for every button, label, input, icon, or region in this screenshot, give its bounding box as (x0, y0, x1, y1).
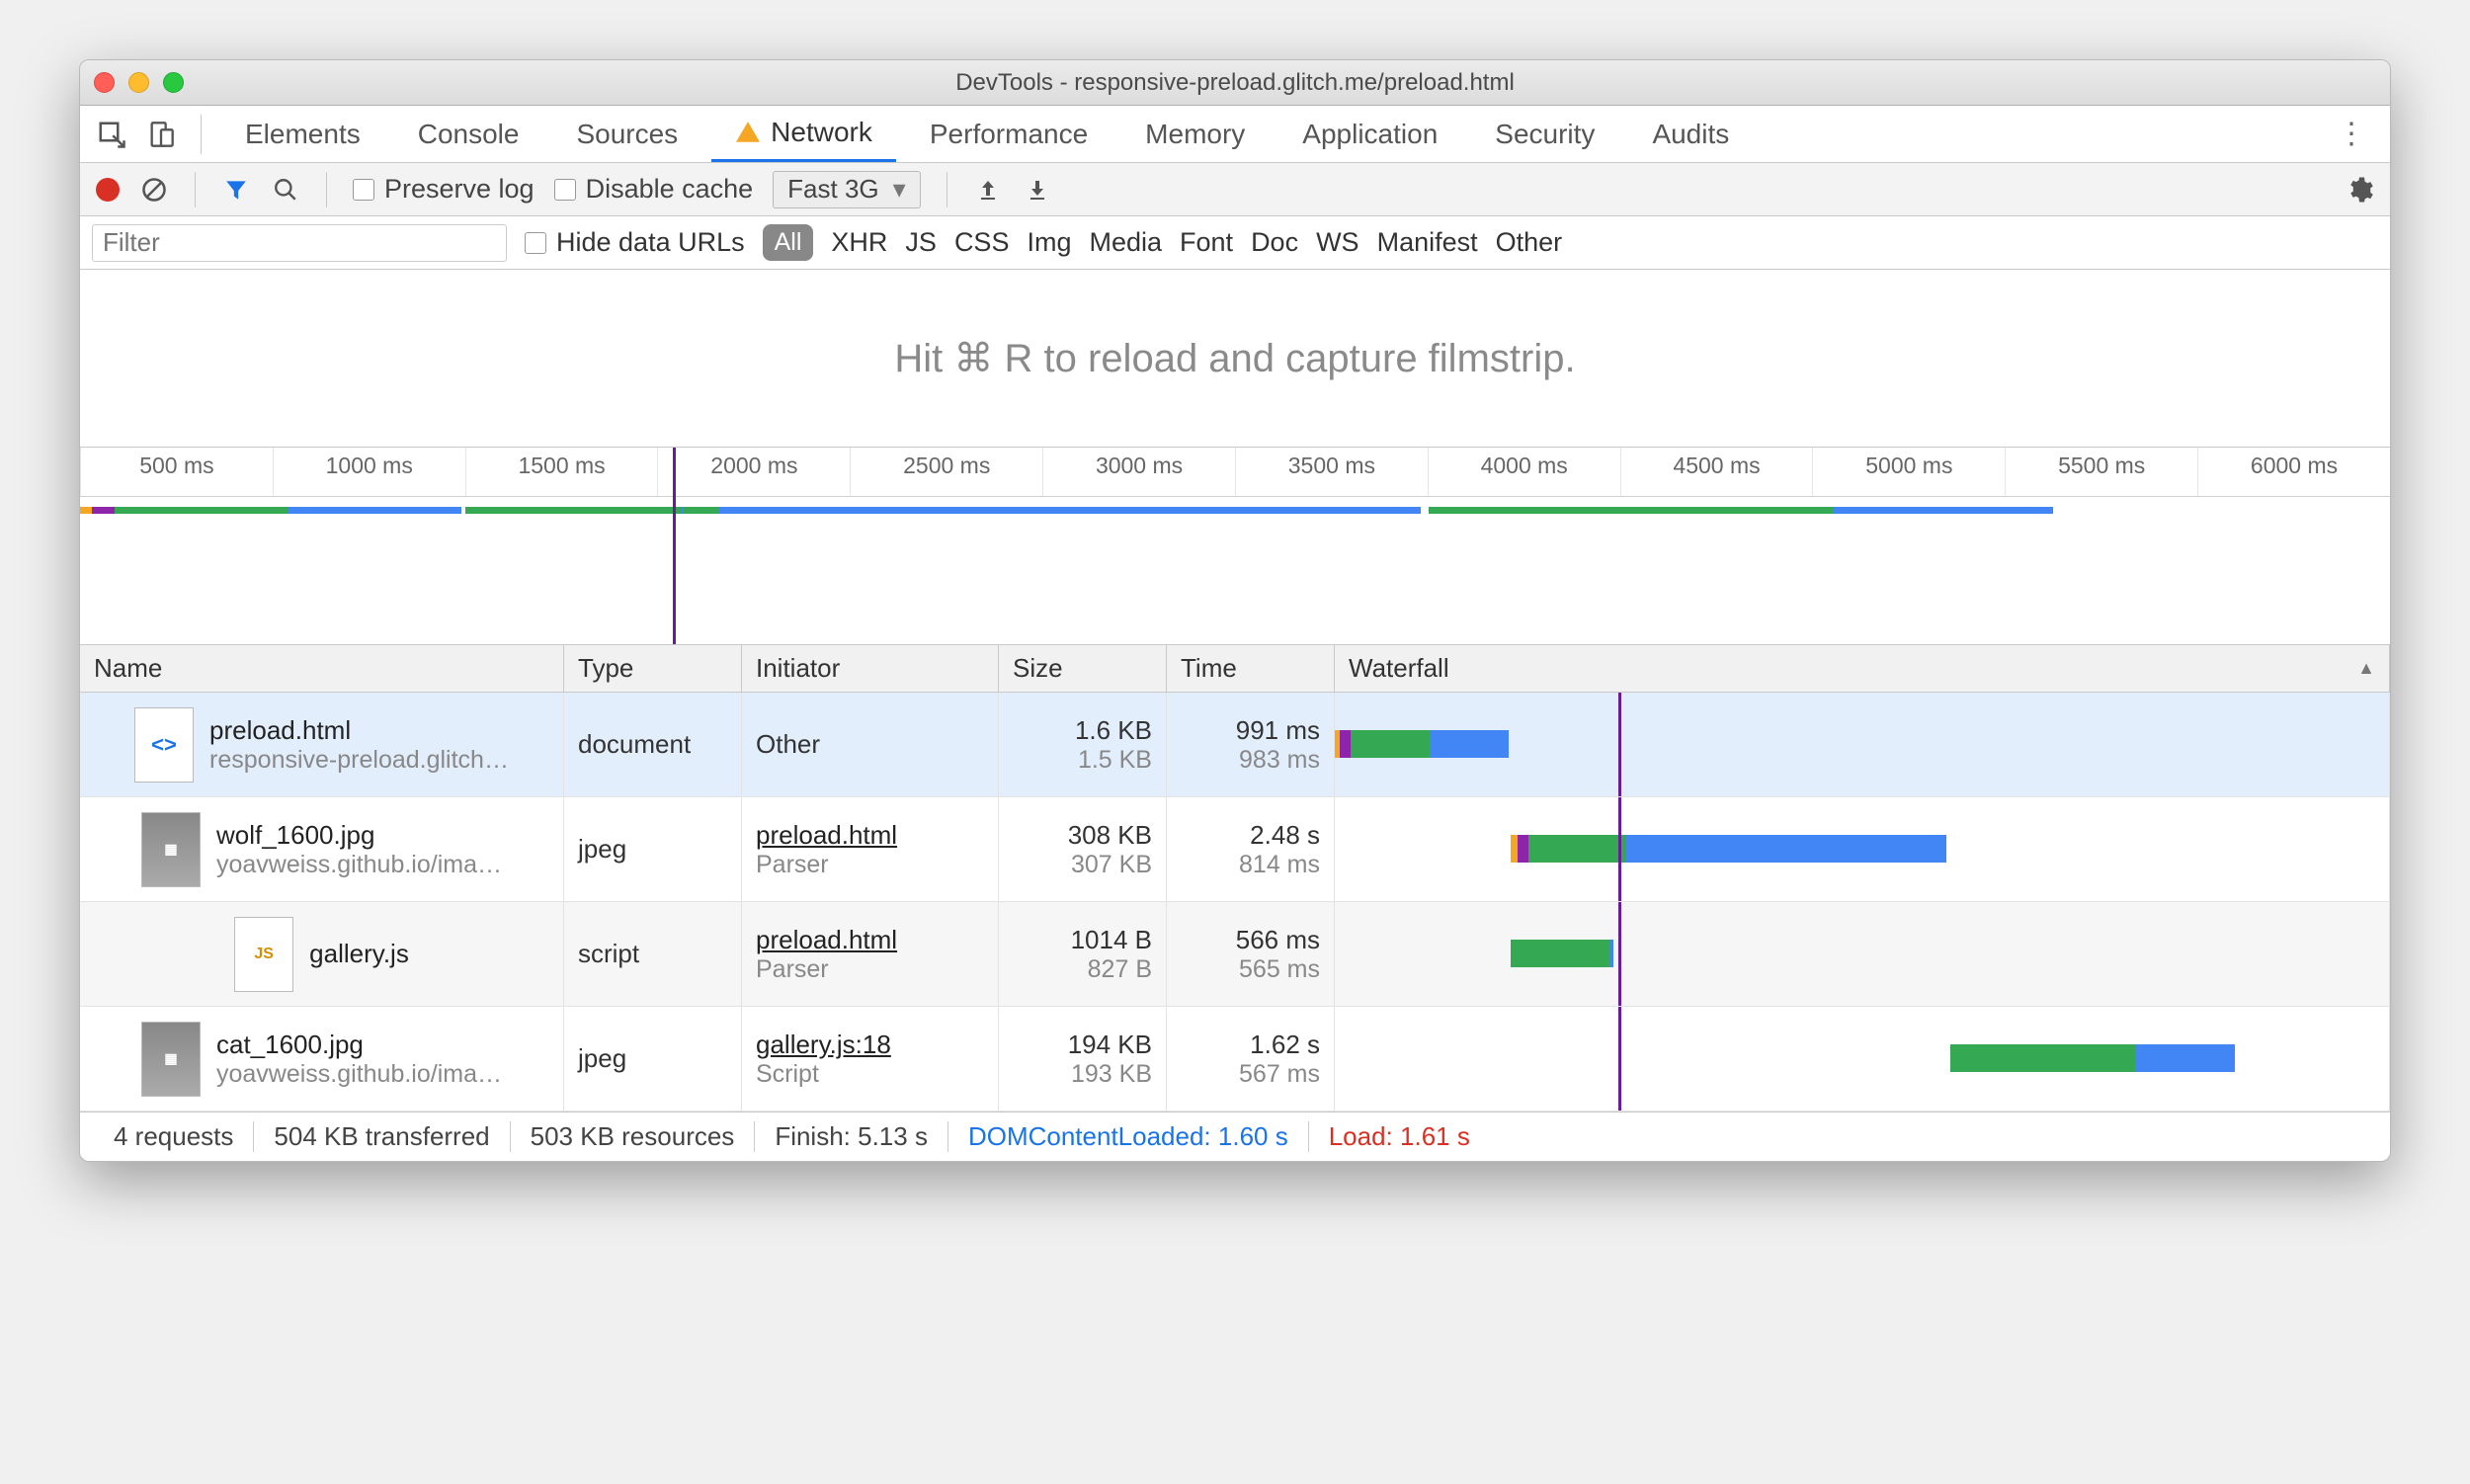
overview-tick: 1000 ms (273, 448, 465, 496)
disable-cache-checkbox[interactable]: Disable cache (554, 174, 754, 205)
col-time[interactable]: Time (1167, 645, 1335, 692)
overview-tick: 500 ms (80, 448, 273, 496)
more-menu-icon[interactable]: ⋮ (2325, 117, 2378, 151)
col-waterfall[interactable]: Waterfall▲ (1335, 645, 2390, 692)
footer-finish: Finish: 5.13 s (755, 1121, 948, 1152)
tab-memory[interactable]: Memory (1121, 106, 1269, 162)
minimize-icon[interactable] (128, 72, 149, 93)
throttling-select[interactable]: Fast 3G▾ (773, 171, 921, 208)
tab-network[interactable]: Network (711, 106, 896, 162)
footer-dcl: DOMContentLoaded: 1.60 s (948, 1121, 1309, 1152)
table-row[interactable]: ▦wolf_1600.jpgyoavweiss.github.io/ima…jp… (80, 797, 2390, 902)
device-toggle-icon[interactable] (141, 115, 181, 154)
hide-data-urls-checkbox[interactable]: Hide data URLs (525, 227, 745, 258)
overview-tick: 4500 ms (1620, 448, 1813, 496)
filter-input[interactable] (92, 224, 507, 262)
filter-type-xhr[interactable]: XHR (831, 227, 887, 258)
filter-type-other[interactable]: Other (1496, 227, 1563, 258)
download-icon[interactable] (1023, 175, 1052, 205)
waterfall-cell (1335, 1007, 2390, 1111)
filter-type-ws[interactable]: WS (1316, 227, 1359, 258)
filter-toggle-icon[interactable] (221, 175, 251, 205)
table-row[interactable]: JSgallery.jsscriptpreload.htmlParser1014… (80, 902, 2390, 1007)
tab-elements[interactable]: Elements (221, 106, 384, 162)
filter-type-css[interactable]: CSS (954, 227, 1010, 258)
panel-tabs: Elements Console Sources Network Perform… (80, 106, 2390, 163)
table-row[interactable]: ▦cat_1600.jpgyoavweiss.github.io/ima…jpe… (80, 1007, 2390, 1112)
overview-tick: 3500 ms (1235, 448, 1428, 496)
overview-tick: 3000 ms (1042, 448, 1235, 496)
filter-type-media[interactable]: Media (1089, 227, 1162, 258)
overview-tick: 6000 ms (2197, 448, 2390, 496)
title-bar: DevTools - responsive-preload.glitch.me/… (80, 60, 2390, 106)
filter-type-js[interactable]: JS (905, 227, 937, 258)
tab-security[interactable]: Security (1471, 106, 1618, 162)
tab-performance[interactable]: Performance (906, 106, 1112, 162)
footer-transferred: 504 KB transferred (254, 1121, 510, 1152)
preserve-log-checkbox[interactable]: Preserve log (353, 174, 535, 205)
record-button[interactable] (96, 178, 120, 202)
overview-tick: 5500 ms (2005, 448, 2197, 496)
tab-console[interactable]: Console (394, 106, 543, 162)
devtools-window: DevTools - responsive-preload.glitch.me/… (79, 59, 2391, 1162)
upload-icon[interactable] (973, 175, 1003, 205)
filter-type-manifest[interactable]: Manifest (1377, 227, 1478, 258)
tab-sources[interactable]: Sources (552, 106, 701, 162)
request-list: <>preload.htmlresponsive-preload.glitch…… (80, 693, 2390, 1112)
clear-icon[interactable] (139, 175, 169, 205)
overview-load-line (673, 448, 676, 644)
overview-tick: 2000 ms (657, 448, 850, 496)
tab-audits[interactable]: Audits (1628, 106, 1753, 162)
timeline-overview[interactable]: 500 ms1000 ms1500 ms2000 ms2500 ms3000 m… (80, 448, 2390, 645)
table-row[interactable]: <>preload.htmlresponsive-preload.glitch…… (80, 693, 2390, 797)
waterfall-cell (1335, 902, 2390, 1006)
tab-application[interactable]: Application (1278, 106, 1461, 162)
waterfall-cell (1335, 797, 2390, 901)
overview-tick: 4000 ms (1428, 448, 1620, 496)
filter-type-doc[interactable]: Doc (1251, 227, 1298, 258)
col-type[interactable]: Type (564, 645, 742, 692)
filter-bar: Hide data URLs All XHR JS CSS Img Media … (80, 216, 2390, 270)
filter-type-img[interactable]: Img (1027, 227, 1071, 258)
traffic-lights (94, 72, 184, 93)
maximize-icon[interactable] (163, 72, 184, 93)
table-header: Name Type Initiator Size Time Waterfall▲ (80, 645, 2390, 693)
search-icon[interactable] (271, 175, 300, 205)
col-size[interactable]: Size (999, 645, 1167, 692)
window-title: DevTools - responsive-preload.glitch.me/… (955, 69, 1515, 97)
filmstrip-placeholder: Hit ⌘ R to reload and capture filmstrip. (80, 270, 2390, 448)
overview-tick: 5000 ms (1812, 448, 2005, 496)
filter-type-all[interactable]: All (763, 224, 814, 261)
close-icon[interactable] (94, 72, 115, 93)
waterfall-cell (1335, 693, 2390, 796)
overview-tick: 1500 ms (465, 448, 658, 496)
network-toolbar: Preserve log Disable cache Fast 3G▾ (80, 163, 2390, 216)
footer-resources: 503 KB resources (511, 1121, 756, 1152)
col-initiator[interactable]: Initiator (742, 645, 999, 692)
settings-gear-icon[interactable] (2345, 175, 2374, 205)
col-name[interactable]: Name (80, 645, 564, 692)
footer-load: Load: 1.61 s (1309, 1121, 1490, 1152)
footer-requests: 4 requests (94, 1121, 254, 1152)
status-bar: 4 requests 504 KB transferred 503 KB res… (80, 1112, 2390, 1161)
overview-tick: 2500 ms (850, 448, 1042, 496)
filter-type-font[interactable]: Font (1180, 227, 1233, 258)
inspect-icon[interactable] (92, 115, 131, 154)
